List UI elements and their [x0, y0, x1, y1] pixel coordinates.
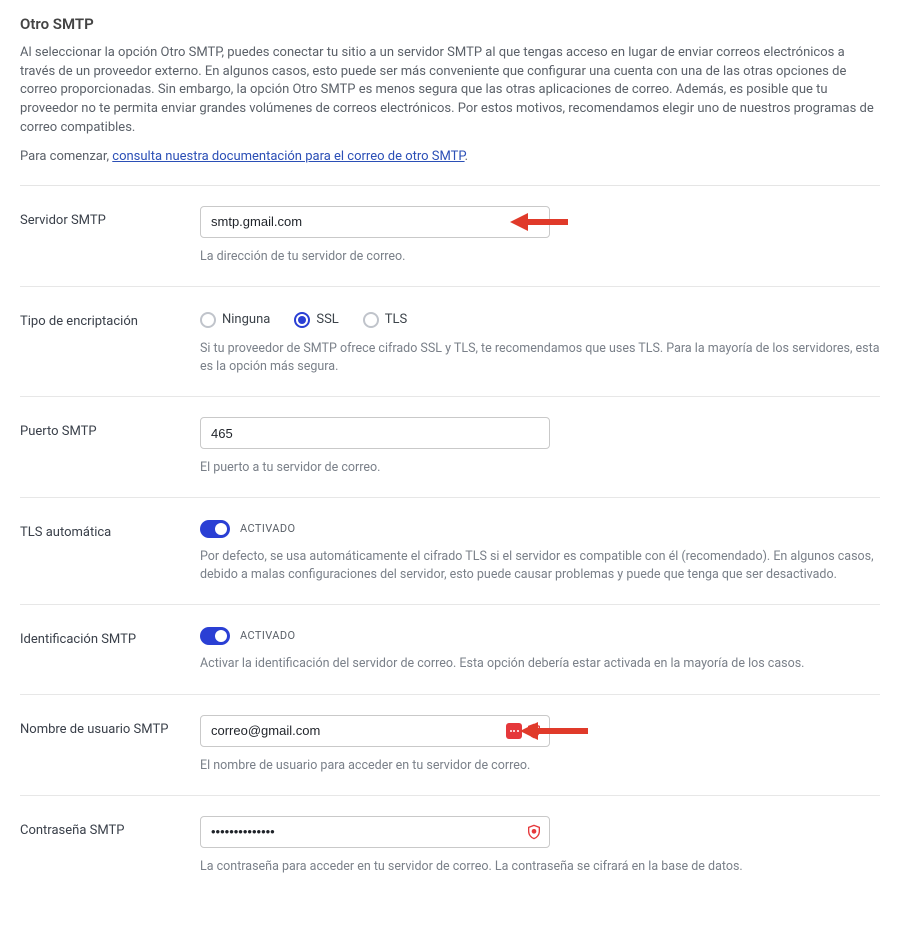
label-smtp-auth: Identificación SMTP	[20, 625, 200, 650]
intro-text: Al seleccionar la opción Otro SMTP, pued…	[20, 44, 880, 138]
smtp-pass-input[interactable]	[200, 816, 550, 848]
smtp-port-input[interactable]	[200, 417, 550, 449]
help-auto-tls: Por defecto, se usa automáticamente el c…	[200, 548, 880, 584]
radio-encryption-tls[interactable]: TLS	[363, 311, 407, 330]
input-badges	[526, 824, 542, 840]
help-smtp-host: La dirección de tu servidor de correo.	[200, 248, 880, 266]
toggle-state-smtp-auth: ACTIVADO	[240, 628, 295, 644]
help-smtp-port: El puerto a tu servidor de correo.	[200, 459, 880, 477]
help-smtp-auth: Activar la identificación del servidor d…	[200, 655, 880, 673]
row-encryption: Tipo de encriptación Ninguna SSL TLS Si …	[20, 287, 880, 397]
shield-icon[interactable]	[526, 824, 542, 840]
help-smtp-pass: La contraseña para acceder en tu servido…	[200, 858, 880, 876]
row-smtp-user: Nombre de usuario SMTP El nombre de usua…	[20, 695, 880, 796]
shield-icon[interactable]	[526, 723, 542, 739]
section-title: Otro SMTP	[20, 14, 880, 36]
toggle-smtp-auth[interactable]	[200, 627, 230, 645]
radio-icon	[200, 312, 216, 328]
radio-encryption-ssl[interactable]: SSL	[294, 311, 338, 330]
radio-label-ssl: SSL	[316, 311, 338, 330]
label-smtp-port: Puerto SMTP	[20, 417, 200, 442]
label-encryption: Tipo de encriptación	[20, 307, 200, 332]
row-smtp-auth: Identificación SMTP ACTIVADO Activar la …	[20, 605, 880, 694]
row-smtp-port: Puerto SMTP El puerto a tu servidor de c…	[20, 397, 880, 498]
smtp-host-input[interactable]	[200, 206, 550, 238]
label-auto-tls: TLS automática	[20, 518, 200, 543]
radio-icon	[363, 312, 379, 328]
input-badges	[506, 723, 542, 739]
label-smtp-pass: Contraseña SMTP	[20, 816, 200, 841]
row-smtp-host: Servidor SMTP La dirección de tu servido…	[20, 186, 880, 287]
password-manager-icon[interactable]	[506, 723, 522, 739]
radio-encryption-none[interactable]: Ninguna	[200, 311, 270, 330]
row-auto-tls: TLS automática ACTIVADO Por defecto, se …	[20, 498, 880, 605]
label-smtp-user: Nombre de usuario SMTP	[20, 715, 200, 740]
toggle-state-auto-tls: ACTIVADO	[240, 521, 295, 537]
radio-label-tls: TLS	[385, 311, 407, 330]
help-encryption: Si tu proveedor de SMTP ofrece cifrado S…	[200, 340, 880, 376]
row-smtp-pass: Contraseña SMTP La contraseña para acced…	[20, 796, 880, 896]
doc-line: Para comenzar, consulta nuestra document…	[20, 148, 880, 167]
radio-icon	[294, 312, 310, 328]
toggle-auto-tls[interactable]	[200, 520, 230, 538]
radio-label-none: Ninguna	[222, 311, 270, 330]
doc-link[interactable]: consulta nuestra documentación para el c…	[112, 149, 464, 164]
label-smtp-host: Servidor SMTP	[20, 206, 200, 231]
smtp-user-input[interactable]	[200, 715, 550, 747]
help-smtp-user: El nombre de usuario para acceder en tu …	[200, 757, 880, 775]
doc-prefix: Para comenzar,	[20, 149, 112, 164]
